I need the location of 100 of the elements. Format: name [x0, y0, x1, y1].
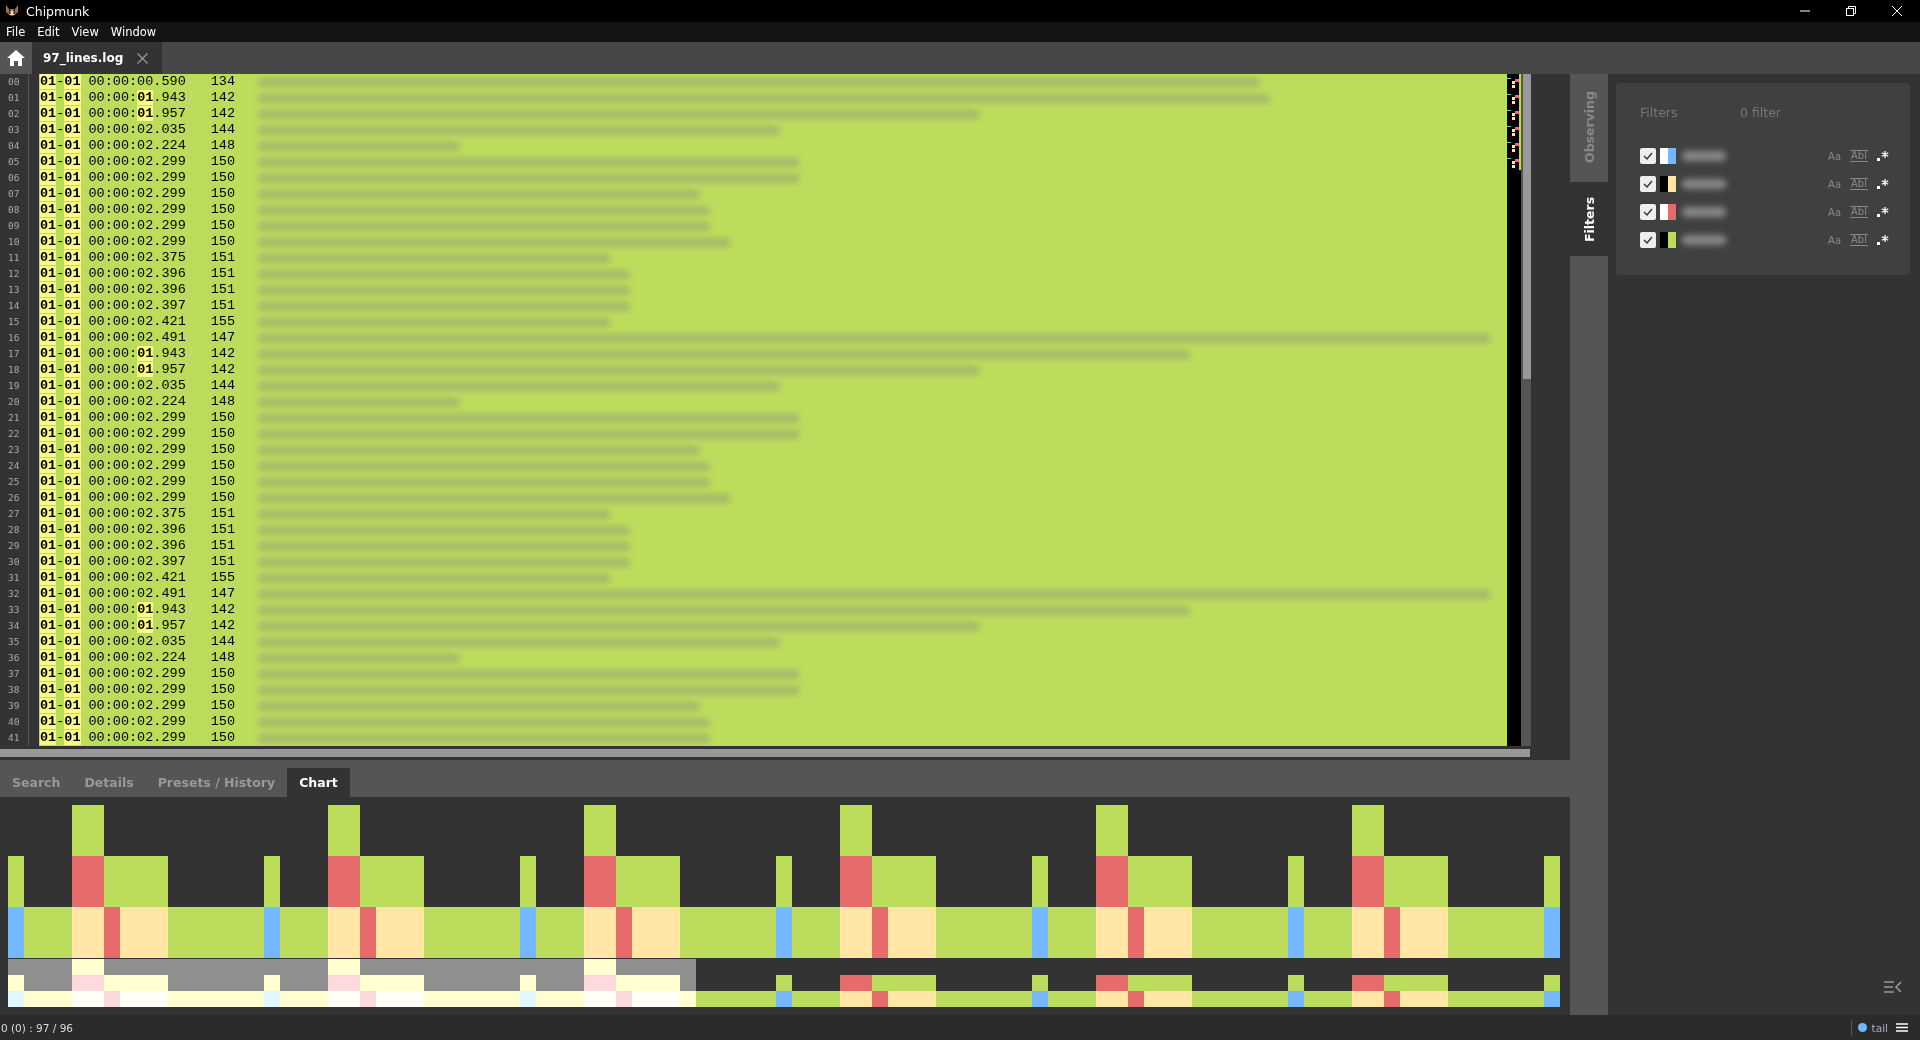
log-pid: 142 — [210, 602, 236, 618]
regex-toggle[interactable] — [1876, 206, 1890, 218]
log-pid: 150 — [210, 666, 236, 682]
log-date: 01-01 — [40, 650, 81, 666]
panel-tab[interactable]: Search — [0, 768, 73, 797]
log-date: 01-01 — [40, 314, 81, 330]
log-date: 01-01 — [40, 170, 81, 186]
log-date: 01-01 — [40, 538, 81, 554]
color-swatch[interactable] — [1668, 176, 1676, 192]
log-date: 01-01 — [40, 490, 81, 506]
check-icon — [1643, 152, 1653, 160]
log-date: 01-01 — [40, 506, 81, 522]
log-pid: 150 — [210, 714, 236, 730]
regex-toggle[interactable] — [1876, 178, 1890, 190]
log-date: 01-01 — [40, 122, 81, 138]
checkbox[interactable] — [1640, 232, 1656, 248]
menu-icon[interactable] — [1896, 1023, 1908, 1032]
log-pid: 142 — [210, 618, 236, 634]
log-time: 00:00:02.299 — [88, 458, 186, 474]
log-pid: 150 — [210, 426, 236, 442]
log-pid: 150 — [210, 698, 236, 714]
log-time: 00:00:02.224 — [88, 394, 186, 410]
menu-item[interactable]: Window — [106, 25, 161, 39]
log-pid: 148 — [210, 138, 236, 154]
collapse-icon[interactable] — [1884, 981, 1902, 993]
color-swatch[interactable] — [1668, 204, 1676, 220]
log-pid: 151 — [210, 250, 236, 266]
log-pid: 151 — [210, 538, 236, 554]
panel-tab[interactable]: Presets / History — [145, 768, 288, 797]
log-date: 01-01 — [40, 602, 81, 618]
log-pid: 150 — [210, 170, 236, 186]
scrollbar-thumb[interactable] — [1523, 74, 1531, 379]
match-case-toggle[interactable]: Aa — [1827, 150, 1843, 162]
whole-word-toggle[interactable]: Abl — [1850, 150, 1868, 162]
log-date: 01-01 — [40, 458, 81, 474]
blurred-text — [1682, 235, 1726, 245]
home-button[interactable] — [0, 42, 32, 74]
log-pid: 142 — [210, 362, 236, 378]
log-pid: 150 — [210, 202, 236, 218]
tail-toggle[interactable]: tail — [1871, 1021, 1888, 1034]
scrollbar-thumb[interactable] — [0, 749, 1530, 757]
match-case-toggle[interactable]: Aa — [1827, 206, 1843, 218]
log-pid: 142 — [210, 346, 236, 362]
checkbox[interactable] — [1640, 204, 1656, 220]
close-icon[interactable] — [137, 52, 149, 64]
menu-item[interactable]: View — [67, 25, 103, 39]
log-time: 00:00:02.375 — [88, 506, 186, 522]
panel-tab[interactable]: Details — [72, 768, 146, 797]
color-swatch[interactable] — [1660, 176, 1668, 192]
color-swatch[interactable] — [1660, 232, 1668, 248]
log-time: 00:00:02.035 — [88, 378, 186, 394]
log-pid: 151 — [210, 282, 236, 298]
log-pid: 150 — [210, 154, 236, 170]
color-swatch[interactable] — [1668, 232, 1676, 248]
log-date: 01-01 — [40, 138, 81, 154]
log-time: 00:00:01.957 — [88, 618, 186, 634]
log-time: 00:00:02.421 — [88, 570, 186, 586]
log-date: 01-01 — [40, 234, 81, 250]
menu-item[interactable]: File — [2, 25, 30, 39]
log-time: 00:00:02.035 — [88, 634, 186, 650]
log-time: 00:00:02.299 — [88, 682, 186, 698]
log-time: 00:00:02.299 — [88, 714, 186, 730]
whole-word-toggle[interactable]: Abl — [1850, 178, 1868, 190]
log-time: 00:00:02.299 — [88, 234, 186, 250]
match-minimap[interactable] — [1507, 74, 1521, 172]
log-pid: 150 — [210, 474, 236, 490]
color-swatch[interactable] — [1660, 204, 1668, 220]
log-date: 01-01 — [40, 586, 81, 602]
log-pid: 150 — [210, 458, 236, 474]
log-time: 00:00:02.299 — [88, 170, 186, 186]
color-swatch[interactable] — [1668, 148, 1676, 164]
log-time: 00:00:02.397 — [88, 298, 186, 314]
regex-toggle[interactable] — [1876, 150, 1890, 162]
log-pid: 147 — [210, 586, 236, 602]
window-title: Chipmunk — [26, 3, 91, 19]
match-case-toggle[interactable]: Aa — [1827, 178, 1843, 190]
whole-word-toggle[interactable]: Abl — [1850, 234, 1868, 246]
blurred-text — [1682, 207, 1726, 217]
side-tab[interactable]: Filters — [1570, 182, 1608, 256]
checkbox[interactable] — [1640, 148, 1656, 164]
log-pid: 150 — [210, 410, 236, 426]
panel-tab[interactable]: Chart — [287, 768, 350, 797]
checkbox[interactable] — [1640, 176, 1656, 192]
log-pid: 148 — [210, 394, 236, 410]
log-time: 00:00:02.299 — [88, 186, 186, 202]
log-date: 01-01 — [40, 106, 81, 122]
log-pid: 142 — [210, 90, 236, 106]
blurred-text — [1682, 179, 1726, 189]
regex-toggle[interactable] — [1876, 234, 1890, 246]
file-tab[interactable]: 97_lines.log — [32, 42, 163, 74]
log-pid: 144 — [210, 634, 236, 650]
log-date: 01-01 — [40, 298, 81, 314]
whole-word-toggle[interactable]: Abl — [1850, 206, 1868, 218]
log-pid: 147 — [210, 330, 236, 346]
menu-item[interactable]: Edit — [33, 25, 64, 39]
log-date: 01-01 — [40, 90, 81, 106]
color-swatch[interactable] — [1660, 148, 1668, 164]
log-time: 00:00:01.943 — [88, 346, 186, 362]
match-case-toggle[interactable]: Aa — [1827, 234, 1843, 246]
log-time: 00:00:02.299 — [88, 474, 186, 490]
